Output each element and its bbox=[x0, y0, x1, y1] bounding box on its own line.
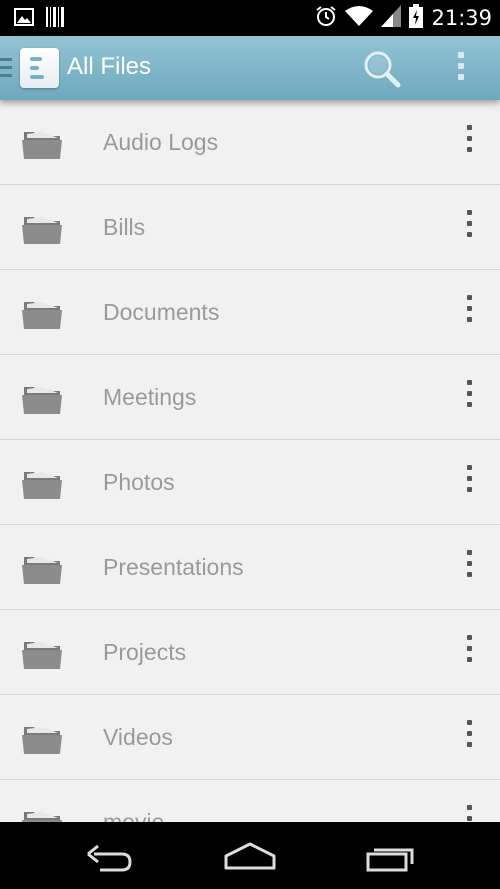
recents-icon bbox=[366, 848, 414, 872]
folder-name: movie bbox=[103, 809, 165, 822]
barcode-notification-icon bbox=[46, 7, 64, 31]
folder-name: Audio Logs bbox=[103, 129, 219, 155]
search-icon bbox=[364, 51, 401, 88]
more-vert-icon bbox=[456, 802, 482, 822]
item-menu-button[interactable] bbox=[456, 547, 482, 591]
folder-name: Bills bbox=[103, 214, 146, 240]
folder-icon bbox=[22, 812, 62, 822]
folder-name: Projects bbox=[103, 639, 187, 665]
app-bar: All Files bbox=[0, 36, 500, 100]
folder-icon bbox=[22, 472, 62, 499]
list-item[interactable]: Videos bbox=[0, 695, 500, 780]
item-menu-button[interactable] bbox=[456, 122, 482, 166]
page-title: All Files bbox=[67, 53, 152, 80]
item-menu-button[interactable] bbox=[456, 292, 482, 336]
list-item[interactable]: movie bbox=[0, 780, 500, 822]
more-vert-icon bbox=[456, 632, 482, 662]
home-button[interactable] bbox=[220, 836, 280, 876]
more-vert-icon bbox=[456, 207, 482, 237]
folder-name: Meetings bbox=[103, 384, 197, 410]
more-vert-icon bbox=[456, 377, 482, 407]
recents-button[interactable] bbox=[360, 836, 420, 876]
folder-name: Documents bbox=[103, 299, 220, 325]
more-vert-icon bbox=[456, 292, 482, 322]
list-item[interactable]: Audio Logs bbox=[0, 100, 500, 185]
list-item[interactable]: Bills bbox=[0, 185, 500, 270]
item-menu-button[interactable] bbox=[456, 207, 482, 251]
status-bar: 21:39 bbox=[0, 0, 500, 36]
more-vert-icon bbox=[456, 122, 482, 152]
folder-icon bbox=[22, 217, 62, 244]
search-button[interactable] bbox=[360, 48, 406, 90]
battery-charging-icon bbox=[409, 4, 424, 32]
folder-name: Photos bbox=[103, 469, 175, 495]
list-item[interactable]: Meetings bbox=[0, 355, 500, 440]
folder-icon bbox=[22, 132, 62, 159]
item-menu-button[interactable] bbox=[456, 377, 482, 421]
app-logo-icon[interactable] bbox=[20, 48, 59, 88]
item-menu-button[interactable] bbox=[456, 717, 482, 761]
folder-icon bbox=[22, 727, 62, 754]
navigation-bar bbox=[0, 822, 500, 889]
more-vert-icon bbox=[456, 547, 482, 577]
overflow-menu-icon bbox=[446, 48, 476, 80]
item-menu-button[interactable] bbox=[456, 462, 482, 506]
folder-name: Presentations bbox=[103, 554, 244, 580]
file-list[interactable]: Audio Logs Bills Documents Meetings Phot… bbox=[0, 100, 500, 822]
list-item[interactable]: Documents bbox=[0, 270, 500, 355]
image-notification-icon bbox=[14, 8, 34, 30]
folder-name: Videos bbox=[103, 724, 173, 750]
item-menu-button[interactable] bbox=[456, 802, 482, 822]
overflow-menu-button[interactable] bbox=[446, 48, 476, 90]
list-item[interactable]: Photos bbox=[0, 440, 500, 525]
alarm-icon bbox=[315, 5, 337, 31]
cell-signal-icon bbox=[381, 5, 402, 31]
drawer-indicator-icon[interactable] bbox=[0, 58, 12, 82]
more-vert-icon bbox=[456, 717, 482, 747]
list-item[interactable]: Projects bbox=[0, 610, 500, 695]
item-menu-button[interactable] bbox=[456, 632, 482, 676]
folder-icon bbox=[22, 557, 62, 584]
home-icon bbox=[224, 842, 276, 870]
clock: 21:39 bbox=[431, 6, 492, 30]
list-item[interactable]: Presentations bbox=[0, 525, 500, 610]
folder-icon bbox=[22, 642, 62, 669]
wifi-icon bbox=[345, 5, 374, 31]
more-vert-icon bbox=[456, 462, 482, 492]
folder-icon bbox=[22, 387, 62, 414]
back-button[interactable] bbox=[80, 836, 140, 876]
back-icon bbox=[87, 844, 132, 872]
folder-icon bbox=[22, 302, 62, 329]
